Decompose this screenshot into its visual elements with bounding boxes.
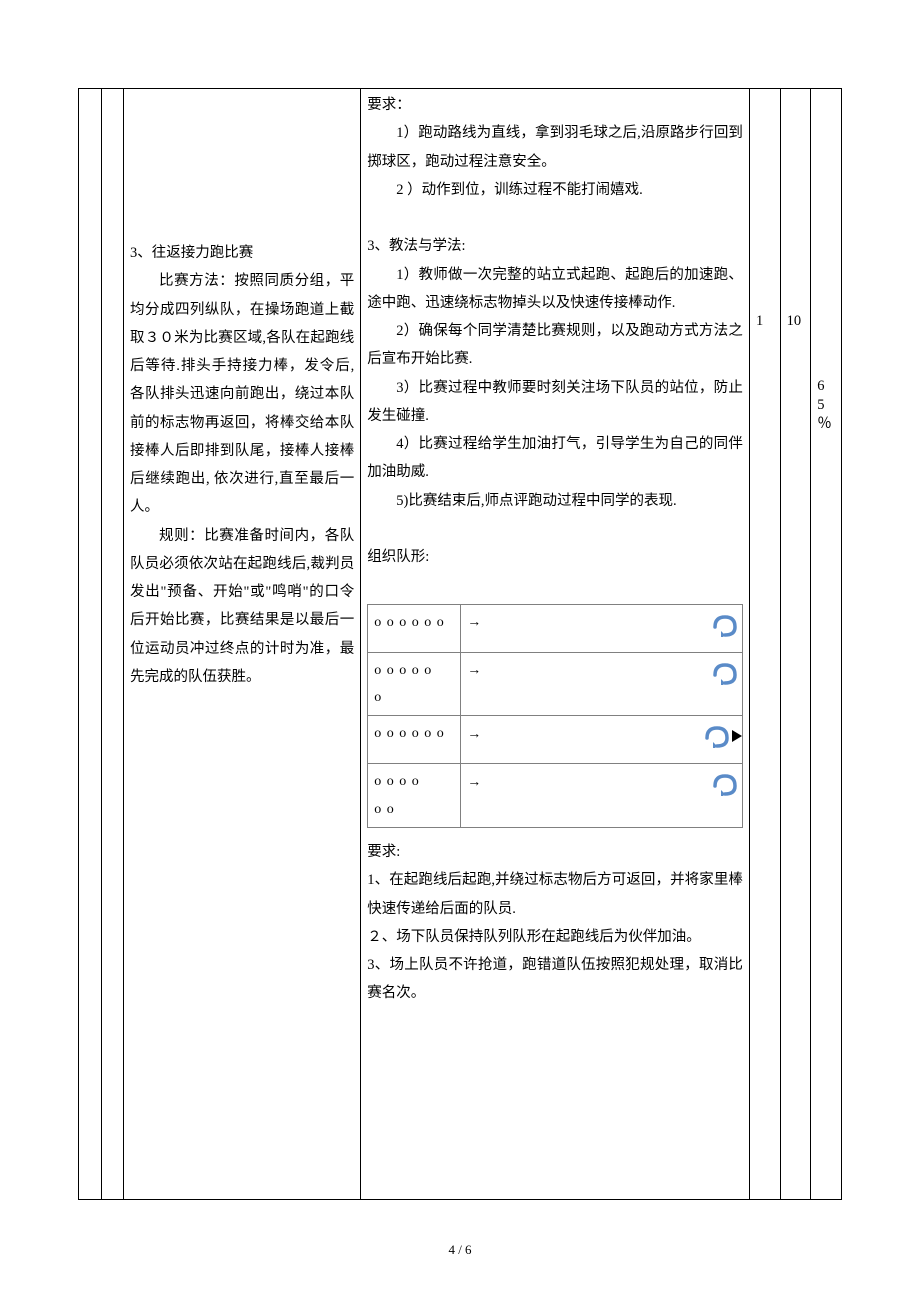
value-f2: 5 [817, 396, 835, 415]
req2-item-1: 1、在起跑线后起跑,并绕过标志物后方可返回，并将家里棒快速传递给后面的队员. [367, 866, 743, 923]
formation-dots: o o o o [374, 774, 420, 789]
formation-row: o o o o o o → [368, 604, 743, 652]
activity-content-cell: 3、往返接力跑比赛 比赛方法：按照同质分组，平均分成四列纵队，在操场跑道上截取３… [124, 89, 361, 1200]
method-item-4: 4）比赛过程给学生加油打气，引导学生为自己的同伴加油助威. [367, 430, 743, 487]
req-item-1: 1）跑动路线为直线，拿到羽毛球之后,沿原路步行回到掷球区，跑动过程注意安全。 [367, 119, 743, 176]
u-turn-icon [712, 661, 738, 685]
left-section3-title: 3、往返接力跑比赛 [130, 239, 354, 267]
method-item-3: 3）比赛过程中教师要时刻关注场下队员的站位，防止发生碰撞. [367, 374, 743, 431]
u-turn-icon [704, 724, 730, 748]
formation-table: o o o o o o → o o o o oo → [367, 604, 743, 828]
u-turn-icon [712, 772, 738, 796]
requirements-label: 要求： [367, 91, 743, 119]
u-turn-icon [712, 613, 738, 637]
req2-item-3: 3、场上队员不许抢道，跑错道队伍按照犯规处理，取消比赛名次。 [367, 951, 743, 1008]
col-spacer-1 [79, 89, 102, 1200]
marker-triangle-icon [732, 730, 742, 742]
value-f1: 6 [817, 377, 835, 396]
req2-item-2: ２、场下队员保持队列队形在起跑线后为伙伴加油。 [367, 923, 743, 951]
arrow-right-icon: → [467, 769, 481, 796]
formation-row: o o o oo o → [368, 764, 743, 828]
value-f3: ％ [817, 415, 835, 434]
method-item-2: 2）确保每个同学清楚比赛规则，以及跑动方式方法之后宣布开始比赛. [367, 317, 743, 374]
column-d: 1 [749, 89, 780, 1200]
formation-row: o o o o oo → [368, 652, 743, 716]
left-section3-para2: 规则：比赛准备时间内，各队队员必须依次站在起跑线后,裁判员发出"预备、开始"或"… [130, 522, 354, 692]
col-spacer-2 [101, 89, 124, 1200]
formation-dots: o o o o o [374, 663, 432, 678]
lesson-plan-table: 3、往返接力跑比赛 比赛方法：按照同质分组，平均分成四列纵队，在操场跑道上截取３… [78, 88, 842, 1200]
value-e: 10 [787, 313, 802, 329]
section3-method-label: 3、教法与学法: [367, 232, 743, 260]
arrow-right-icon: → [467, 721, 481, 748]
formation-row: o o o o o o → [368, 716, 743, 764]
method-item-1: 1）教师做一次完整的站立式起跑、起跑后的加速跑、途中跑、迅速绕标志物掉头以及快速… [367, 261, 743, 318]
arrow-right-icon: → [467, 609, 481, 636]
formation-dots: o o o o o o [374, 615, 445, 630]
column-e: 10 [780, 89, 811, 1200]
requirements2-label: 要求: [367, 838, 743, 866]
page: 3、往返接力跑比赛 比赛方法：按照同质分组，平均分成四列纵队，在操场跑道上截取３… [0, 0, 920, 1302]
column-f: 6 5 ％ [811, 89, 842, 1200]
value-d: 1 [756, 313, 763, 329]
page-number: 4 / 6 [0, 1237, 920, 1262]
left-section3-para1: 比赛方法：按照同质分组，平均分成四列纵队，在操场跑道上截取３０米为比赛区域,各队… [130, 267, 354, 521]
method-cell: 要求： 1）跑动路线为直线，拿到羽毛球之后,沿原路步行回到掷球区，跑动过程注意安… [361, 89, 750, 1200]
arrow-right-icon: → [467, 657, 481, 684]
req-item-2: 2 ）动作到位，训练过程不能打闹嬉戏. [367, 176, 743, 204]
formation-dots: o o o o o o [374, 726, 445, 741]
formation-label: 组织队形: [367, 543, 743, 571]
method-item-5: 5)比赛结束后,师点评跑动过程中同学的表现. [367, 487, 743, 515]
